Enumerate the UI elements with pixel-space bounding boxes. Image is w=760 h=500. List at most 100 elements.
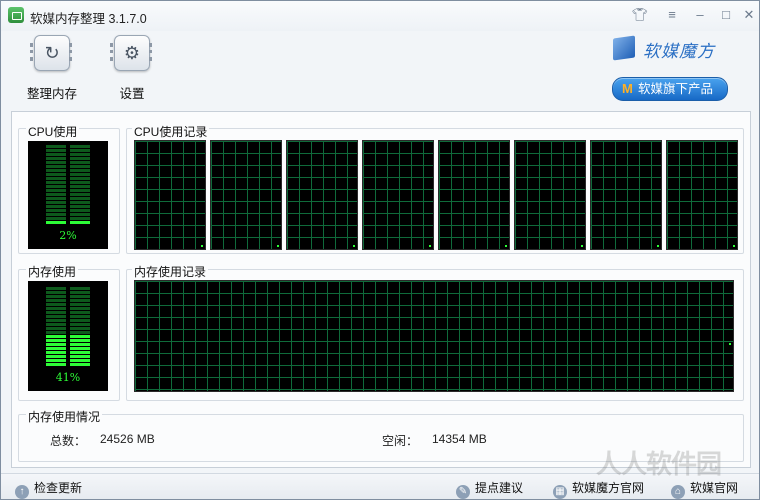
memory-meter-segment <box>46 299 66 302</box>
memory-history-line <box>729 343 731 345</box>
cpu-meter-segment <box>70 217 90 220</box>
cpu-meter-segment <box>46 173 66 176</box>
memory-meter-segment <box>46 359 66 362</box>
cpu-meter-segment <box>70 145 90 148</box>
memory-meter-segment <box>46 339 66 342</box>
maximize-button[interactable]: □ <box>715 6 737 24</box>
memory-meter-segment <box>70 363 90 366</box>
memory-meter-segment <box>70 311 90 314</box>
memory-meter-segment <box>46 347 66 350</box>
memory-meter-segment <box>46 287 66 290</box>
free-memory-value: 14354 MB <box>432 432 487 446</box>
cpu-meter-segment <box>46 145 66 148</box>
memory-history-title: 内存使用记录 <box>132 263 209 280</box>
cpu-meter-segment <box>70 193 90 196</box>
cpu-history-line <box>277 245 279 247</box>
cpu-history-line <box>201 245 203 247</box>
cpu-history-title: CPU使用记录 <box>132 123 210 140</box>
cpu-history-graph <box>210 140 282 250</box>
memory-meter-segment <box>70 351 90 354</box>
cpu-history-graph <box>134 140 206 250</box>
check-update-link[interactable]: ↑ 检查更新 <box>15 479 82 499</box>
memory-history-graph <box>134 280 734 392</box>
menu-button[interactable]: ≡ <box>661 6 683 24</box>
memory-meter-segment <box>70 339 90 342</box>
total-memory-value: 24526 MB <box>100 432 155 446</box>
cpu-meter-segment <box>70 149 90 152</box>
cpu-meter-segment <box>46 193 66 196</box>
cpu-meter-segment <box>46 157 66 160</box>
website-link[interactable]: ▦ 软媒魔方官网 <box>553 479 644 499</box>
cpu-meter-segment <box>46 189 66 192</box>
feedback-link[interactable]: ✎ 提点建议 <box>456 479 523 499</box>
home-icon: ⌂ <box>671 485 685 499</box>
memory-meter-segment <box>46 363 66 366</box>
brand-name: 软媒魔方 <box>643 42 715 61</box>
clean-memory-button[interactable]: ↻ 整理内存 <box>17 35 87 102</box>
memory-meter-segment <box>70 307 90 310</box>
skin-button[interactable]: 👕︎ <box>629 6 651 24</box>
cpu-meter-segment <box>46 217 66 220</box>
window-title: 软媒内存整理 3.1.7.0 <box>30 12 147 26</box>
memory-meter-segment <box>70 335 90 338</box>
maximize-icon: □ <box>722 7 730 22</box>
memory-meter-segment <box>46 331 66 334</box>
cpu-history-graph <box>666 140 738 250</box>
memory-meter-segment <box>70 287 90 290</box>
cpu-history-line <box>657 245 659 247</box>
minimize-button[interactable]: – <box>689 6 711 24</box>
cpu-meter-segment <box>46 205 66 208</box>
website-label: 软媒魔方官网 <box>572 481 645 495</box>
memory-meter-segment <box>46 295 66 298</box>
cpu-meter-segment <box>46 149 66 152</box>
memory-meter-segment <box>70 359 90 362</box>
globe-icon: ▦ <box>553 485 567 499</box>
cpu-history-graph <box>514 140 586 250</box>
close-button[interactable]: ✕ <box>739 6 759 24</box>
cpu-meter-segment <box>46 177 66 180</box>
brand-logo: 软媒魔方 <box>613 35 753 65</box>
memory-meter-segment <box>70 299 90 302</box>
cpu-meter-segment <box>70 169 90 172</box>
cpu-usage-meter: 2% <box>28 141 108 249</box>
memory-usage-meter: 41% <box>28 281 108 391</box>
clean-memory-label: 整理内存 <box>26 87 77 101</box>
cpu-usage-percent: 2% <box>59 229 77 242</box>
check-update-label: 检查更新 <box>34 481 83 495</box>
free-memory-label: 空闲： <box>382 434 419 448</box>
memory-meter-segment <box>70 315 90 318</box>
monitor-panel: CPU使用 2% CPU使用记录 内存使用 41% 内存使用记录 内存使用情况 … <box>11 111 751 468</box>
memory-meter-segment <box>70 303 90 306</box>
memory-meter-segment <box>70 343 90 346</box>
menu-icon: ≡ <box>668 7 676 22</box>
memory-meter-segment <box>46 351 66 354</box>
cpu-meter-segment <box>46 165 66 168</box>
cpu-history-line <box>353 245 355 247</box>
memory-usage-title: 内存使用 <box>26 263 79 280</box>
cpu-meter-segment <box>46 209 66 212</box>
m-logo-icon: M <box>622 81 633 96</box>
cpu-usage-title: CPU使用 <box>26 123 80 140</box>
memory-usage-percent: 41% <box>55 371 81 384</box>
cpu-meter-segment <box>70 213 90 216</box>
settings-button[interactable]: ⚙ 设置 <box>97 35 167 102</box>
pen-icon: ✎ <box>456 485 470 499</box>
cpu-meter-segment <box>46 213 66 216</box>
cpu-meter-segment <box>46 161 66 164</box>
cpu-meter-segment <box>70 177 90 180</box>
cpu-meter-segment <box>70 197 90 200</box>
cpu-history-line <box>581 245 583 247</box>
memory-meter-segment <box>46 323 66 326</box>
refresh-icon: ↻ <box>44 43 60 63</box>
cube-logo-icon <box>613 35 635 61</box>
official-site-link[interactable]: ⌂ 软媒官网 <box>671 479 738 499</box>
cpu-meter-segment <box>46 221 66 224</box>
memory-meter-segment <box>46 303 66 306</box>
close-icon: ✕ <box>743 7 755 22</box>
products-button[interactable]: M 软媒旗下产品 <box>612 77 728 101</box>
watermark-logo: 人人软件园 <box>596 449 722 479</box>
memory-info-title: 内存使用情况 <box>26 408 103 425</box>
total-memory-label: 总数： <box>50 434 87 448</box>
app-icon <box>8 7 24 23</box>
memory-meter-segment <box>46 335 66 338</box>
